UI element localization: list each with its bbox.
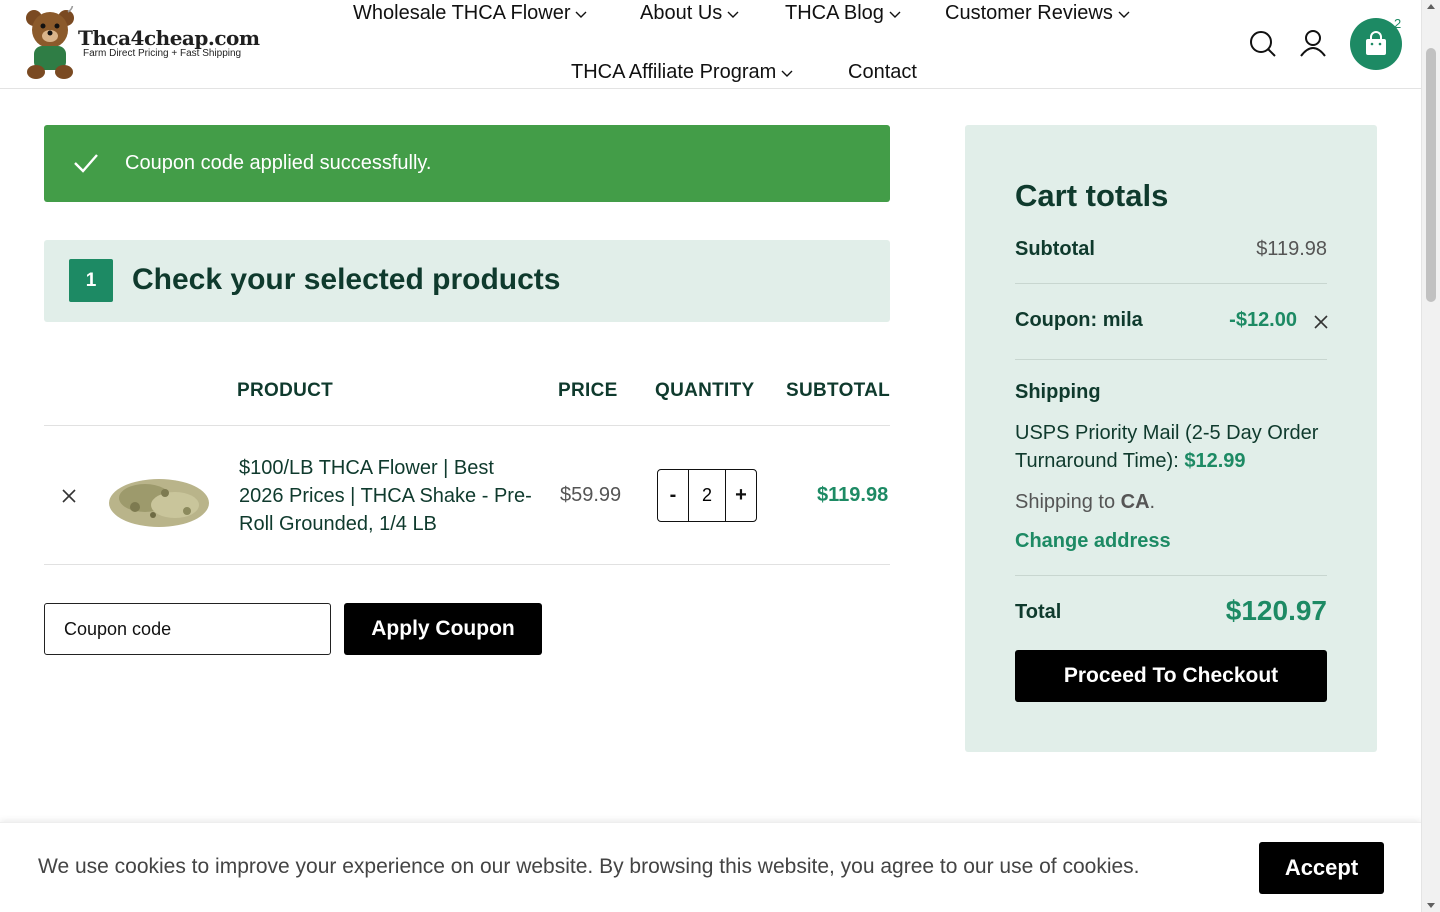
nav-label: Wholesale THCA Flower	[353, 2, 571, 24]
notice-text: Coupon code applied successfully.	[125, 152, 432, 174]
quantity-decrease-button[interactable]: -	[658, 470, 688, 521]
column-header-product: PRODUCT	[237, 380, 334, 401]
scroll-down-arrow-icon[interactable]	[1427, 903, 1435, 908]
cart-totals-title: Cart totals	[1015, 178, 1169, 213]
quantity-increase-button[interactable]: +	[726, 470, 756, 521]
cart-bag-icon	[1366, 31, 1386, 55]
subtotal-label: Subtotal	[1015, 238, 1095, 260]
shipping-label: Shipping	[1015, 381, 1101, 403]
subtotal-value: $119.98	[1256, 238, 1327, 260]
quantity-stepper: - +	[657, 469, 757, 522]
row-subtotal: $119.98	[817, 484, 889, 506]
account-icon[interactable]	[1298, 28, 1328, 58]
page-scrollbar[interactable]	[1421, 0, 1440, 912]
chevron-down-icon	[727, 11, 739, 18]
totals-divider	[1015, 359, 1327, 360]
nav-customer-reviews[interactable]: Customer Reviews	[945, 2, 1131, 25]
shipping-to-suffix: .	[1149, 491, 1156, 513]
chevron-down-icon	[781, 70, 793, 77]
chevron-down-icon	[889, 11, 901, 18]
cookie-text: We use cookies to improve your experienc…	[38, 855, 1140, 878]
nav-label: THCA Blog	[785, 2, 884, 24]
cart-totals-panel: Cart totals Subtotal $119.98 Coupon: mil…	[965, 125, 1377, 752]
totals-divider	[1015, 575, 1327, 576]
shipping-method-label: USPS Priority Mail (2-5 Day Order Turnar…	[1015, 422, 1319, 472]
total-label: Total	[1015, 601, 1062, 623]
apply-coupon-button[interactable]: Apply Coupon	[344, 603, 542, 655]
product-price: $59.99	[560, 484, 622, 506]
shipping-destination: Shipping to CA.	[1015, 491, 1155, 514]
column-header-quantity: QUANTITY	[655, 380, 755, 401]
nav-wholesale-thca-flower[interactable]: Wholesale THCA Flower	[353, 2, 588, 25]
nav-label: Contact	[848, 61, 917, 83]
coupon-discount-value: -$12.00	[1229, 309, 1297, 331]
coupon-label: Coupon: mila	[1015, 309, 1143, 331]
column-header-price: PRICE	[558, 380, 618, 401]
shipping-to-prefix: Shipping to	[1015, 491, 1116, 513]
site-header: Thca4cheap.com Farm Direct Pricing + Fas…	[0, 0, 1421, 89]
shipping-to-state: CA	[1120, 491, 1150, 513]
step-title: Check your selected products	[132, 263, 561, 296]
cart-count-badge: 2	[1394, 16, 1402, 31]
scrollbar-thumb[interactable]	[1426, 48, 1436, 302]
change-address-link[interactable]: Change address	[1015, 530, 1171, 553]
shipping-method[interactable]: USPS Priority Mail (2-5 Day Order Turnar…	[1015, 419, 1335, 475]
chevron-down-icon	[1118, 11, 1130, 18]
remove-item-icon[interactable]	[60, 487, 78, 505]
step-header: 1 Check your selected products	[44, 240, 890, 322]
total-value: $120.97	[1225, 595, 1327, 626]
nav-contact[interactable]: Contact	[848, 61, 917, 84]
search-icon[interactable]	[1248, 29, 1278, 59]
quantity-input[interactable]	[688, 470, 726, 521]
bear-mascot-icon	[26, 6, 74, 79]
product-thumbnail[interactable]	[105, 465, 213, 531]
scroll-up-arrow-icon[interactable]	[1427, 4, 1435, 9]
cookie-banner: We use cookies to improve your experienc…	[0, 822, 1421, 912]
coupon-code-input[interactable]	[44, 603, 331, 655]
product-name-link[interactable]: $100/LB THCA Flower | Best 2026 Prices |…	[239, 454, 539, 538]
table-divider	[44, 425, 890, 426]
nav-label: THCA Affiliate Program	[571, 61, 777, 83]
chevron-down-icon	[575, 11, 587, 18]
proceed-to-checkout-button[interactable]: Proceed To Checkout	[1015, 650, 1327, 702]
accept-cookies-button[interactable]: Accept	[1259, 842, 1384, 894]
brand-name: Thca4cheap.com	[78, 26, 260, 50]
success-notice: Coupon code applied successfully.	[44, 125, 890, 202]
site-logo[interactable]: Thca4cheap.com Farm Direct Pricing + Fas…	[22, 6, 260, 81]
nav-about-us[interactable]: About Us	[640, 2, 740, 25]
brand-tagline: Farm Direct Pricing + Fast Shipping	[83, 48, 242, 59]
nav-label: Customer Reviews	[945, 2, 1113, 24]
checkmark-icon	[74, 154, 98, 173]
shipping-price: $12.99	[1184, 450, 1246, 472]
step-number-badge: 1	[69, 259, 113, 302]
table-divider	[44, 564, 890, 565]
nav-thca-blog[interactable]: THCA Blog	[785, 2, 902, 25]
remove-coupon-icon[interactable]	[1313, 314, 1329, 330]
nav-label: About Us	[640, 2, 723, 24]
totals-divider	[1015, 283, 1327, 284]
column-header-subtotal: SUBTOTAL	[786, 380, 891, 401]
nav-thca-affiliate-program[interactable]: THCA Affiliate Program	[571, 61, 794, 84]
